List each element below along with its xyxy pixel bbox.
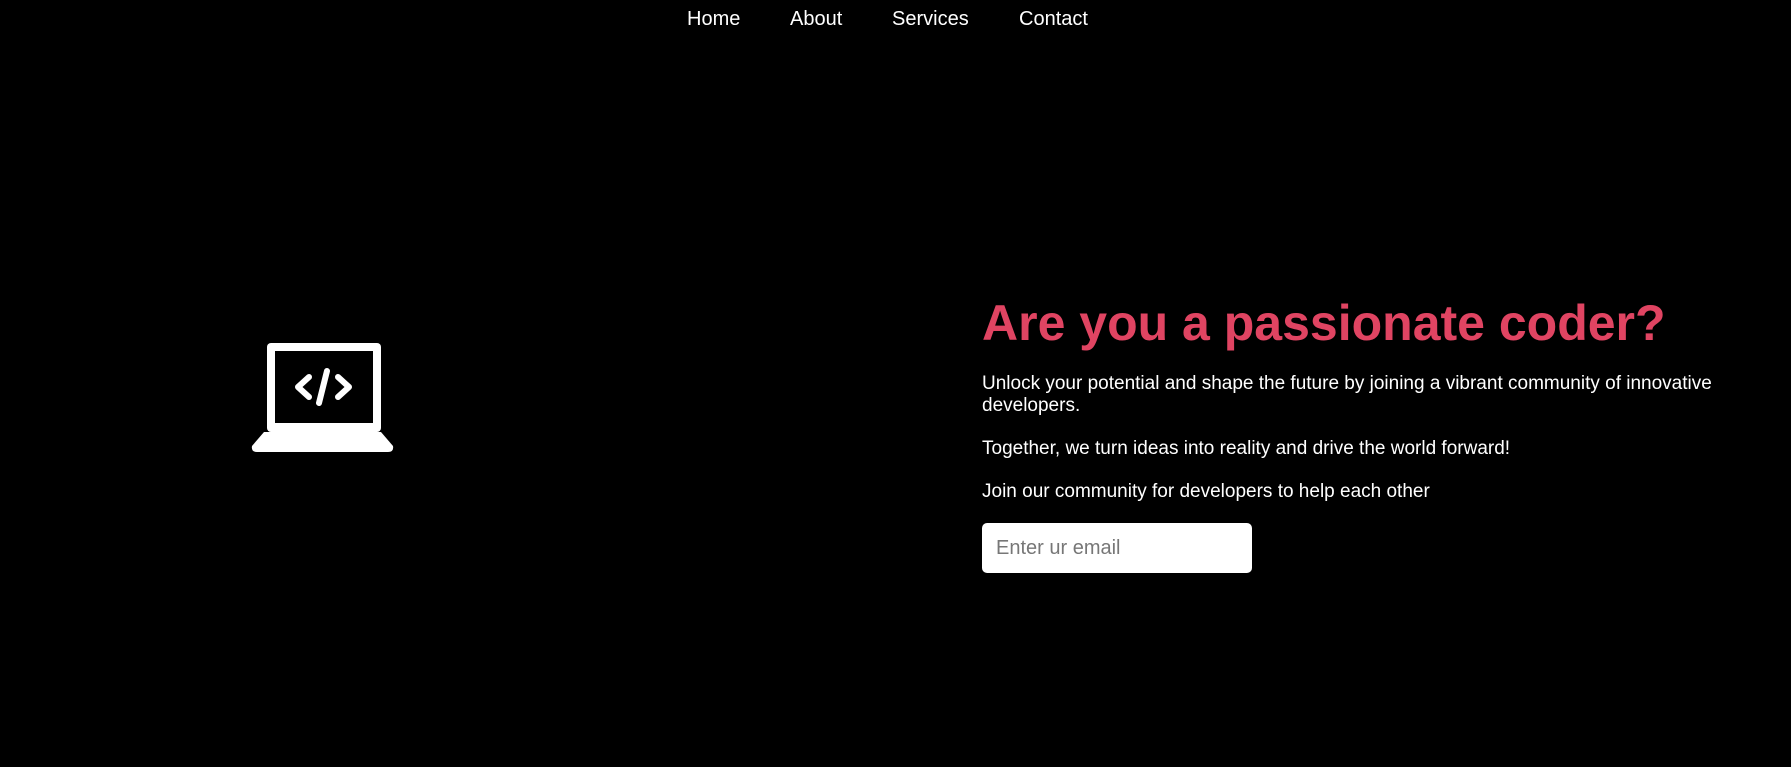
email-input[interactable] [982,523,1252,573]
hero-paragraph-1: Unlock your potential and shape the futu… [982,373,1712,416]
hero-paragraph-2: Together, we turn ideas into reality and… [982,438,1511,459]
nav-link-contact[interactable]: Contact [1019,7,1088,31]
top-nav: Home About Services Contact [0,0,1791,40]
laptop-code-icon [251,341,394,453]
page: Home About Services Contact Are you a pa… [0,0,1791,767]
nav-link-home[interactable]: Home [687,7,740,31]
hero-paragraph-3: Join our community for developers to hel… [982,481,1430,502]
hero-headline: Are you a passionate coder? [982,295,1666,351]
nav-link-services[interactable]: Services [892,7,969,31]
hero-content: Are you a passionate coder? Unlock your … [982,288,1762,573]
nav-link-about[interactable]: About [790,7,842,31]
